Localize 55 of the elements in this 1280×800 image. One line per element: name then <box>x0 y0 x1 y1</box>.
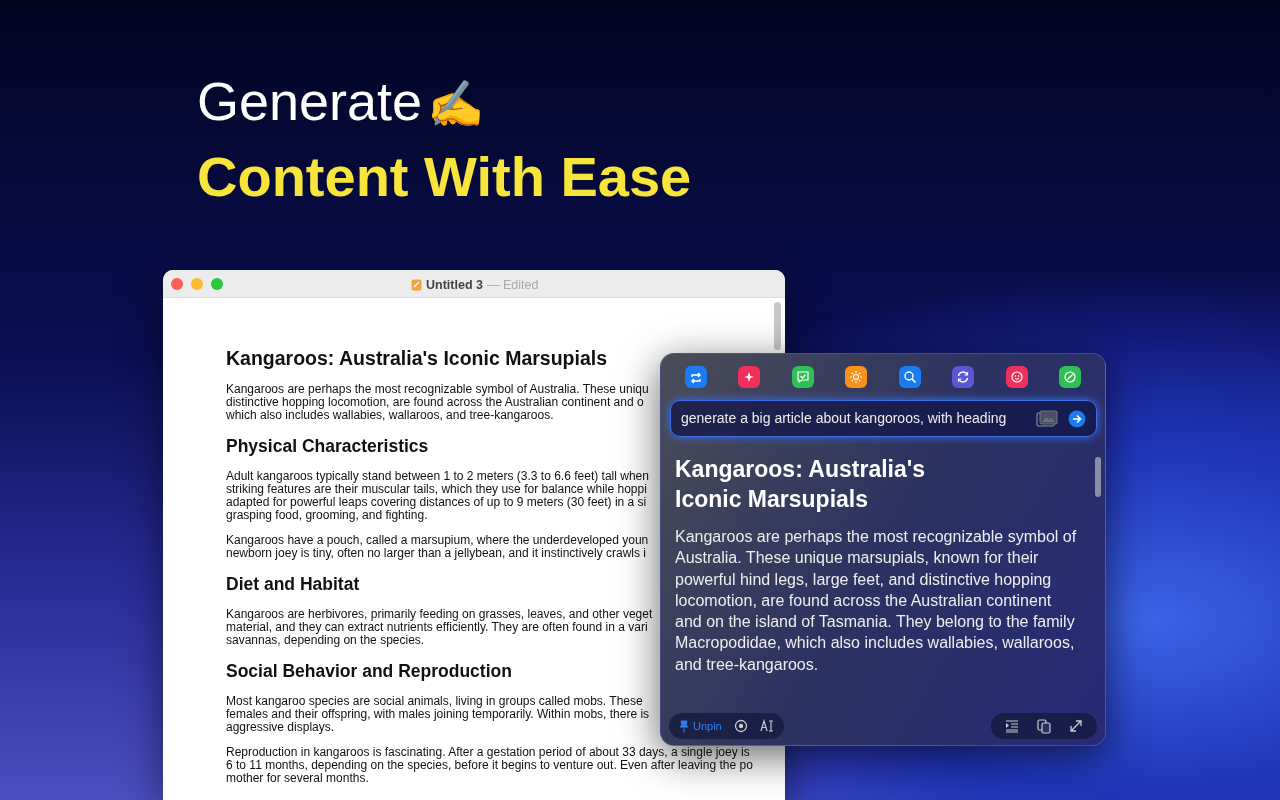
smiley-icon <box>1008 369 1025 385</box>
paragraph-line: grasping food, grooming, and fighting. <box>226 509 428 522</box>
copy-icon[interactable] <box>1037 718 1051 734</box>
paragraph-line: females and their offspring, with males joining temporarily. Within mobs, there is <box>226 708 650 721</box>
document-subheading: Diet and Habitat <box>226 573 360 596</box>
paragraph-line: mother for several months. <box>226 772 369 785</box>
close-button[interactable] <box>171 277 183 290</box>
chat-check-tool-button[interactable] <box>791 366 814 388</box>
sun-tool-button[interactable] <box>845 366 868 388</box>
paragraph-line: Kangaroos have a pouch, called a marsupium, where the underdeveloped youn <box>226 534 649 547</box>
paragraph-line: Adult kangaroos typically stand between 1 to 2 meters (3.3 to 6.6 feet) tall when <box>226 470 649 483</box>
window-title: Untitled 3 <box>426 277 483 294</box>
image-icon[interactable] <box>1036 409 1058 428</box>
sun-icon <box>848 369 865 385</box>
paragraph-line: adapted for powerful leaps covering distances of up to 9 meters (30 feet) in a si <box>226 496 647 509</box>
document-heading: Kangaroos: Australia's Iconic Marsupials <box>226 346 608 370</box>
headline-subtitle: Content With Ease <box>197 145 692 208</box>
response-paragraph: Kangaroos are perhaps the most recognizable symbol of Australia. These unique marsupials, known for their powerful hind legs, large feet, and distinctive hopping locomotion, are found across the Australian continent and on the island of Tasmania. They belong to the family Macropodidae, which also includes wallabies, wallaroos, and tree-kangaroos. <box>675 527 1077 675</box>
paragraph-line: Kangaroos are perhaps the most recognizable symbol of Australia. These uniqu <box>226 383 649 396</box>
response-heading: Kangaroos: Australia's Iconic Marsupials <box>675 455 926 514</box>
search-tool-button[interactable] <box>898 366 921 388</box>
headline-text: Generate <box>197 71 423 131</box>
repeat-tool-button[interactable] <box>685 366 707 388</box>
prompt-field[interactable]: generate a big article about kangoroos, with heading <box>670 400 1097 437</box>
paragraph-line: distinctive hopping locomotion, are found across the Australian continent and o <box>226 396 644 409</box>
scrollbar-thumb[interactable] <box>1095 457 1101 497</box>
sparkle-tool-button[interactable] <box>738 366 761 388</box>
expand-icon[interactable] <box>1069 719 1083 733</box>
refresh-tool-button[interactable] <box>952 366 975 388</box>
pin-icon <box>679 719 689 733</box>
search-icon <box>901 369 918 385</box>
writing-hand-emoji: ✍ <box>426 78 484 130</box>
document-subheading: Physical Characteristics <box>226 435 429 458</box>
target-icon[interactable] <box>733 719 748 733</box>
smiley-tool-button[interactable] <box>1005 366 1028 388</box>
paragraph-line: which also includes wallabies, wallaroos, and tree-kangaroos. <box>226 409 554 422</box>
scrollbar-thumb[interactable] <box>774 302 781 350</box>
unpin-button[interactable]: Unpin <box>679 717 722 735</box>
document-icon <box>411 279 422 292</box>
paragraph-line: 6 to 11 months, depending on the species, before it begins to venture out. Even after leaving the po <box>226 759 753 772</box>
paragraph-line: Kangaroos are herbivores, primarily feeding on grasses, leaves, and other veget <box>226 608 653 621</box>
prompt-input[interactable]: generate a big article about kangoroos, with heading <box>681 408 1026 429</box>
text-cursor-icon[interactable] <box>759 719 774 733</box>
send-button[interactable] <box>1068 409 1086 428</box>
paragraph-line: striking features are their muscular tails, which they use for balance while hoppi <box>226 483 647 496</box>
paragraph-line: material, and they can extract nutrients efficiently. They are often found in a vari <box>226 621 648 634</box>
edited-status: — Edited <box>486 277 539 294</box>
paragraph-line: aggressive displays. <box>226 721 335 734</box>
paragraph-line: savannas, depending on the species. <box>226 634 425 647</box>
document-subheading: Social Behavior and Reproduction <box>226 660 512 683</box>
paragraph-line: Most kangaroo species are social animals, living in groups called mobs. These <box>226 695 643 708</box>
chat-check-icon <box>794 369 811 385</box>
list-icon[interactable] <box>1005 719 1019 733</box>
paragraph-line: newborn joey is tiny, often no larger than a jellybean, and it instinctively crawls i <box>226 547 646 560</box>
paragraph-line: Reproduction in kangaroos is fascinating. After a gestation period of about 33 days, a single joey is <box>226 746 750 759</box>
